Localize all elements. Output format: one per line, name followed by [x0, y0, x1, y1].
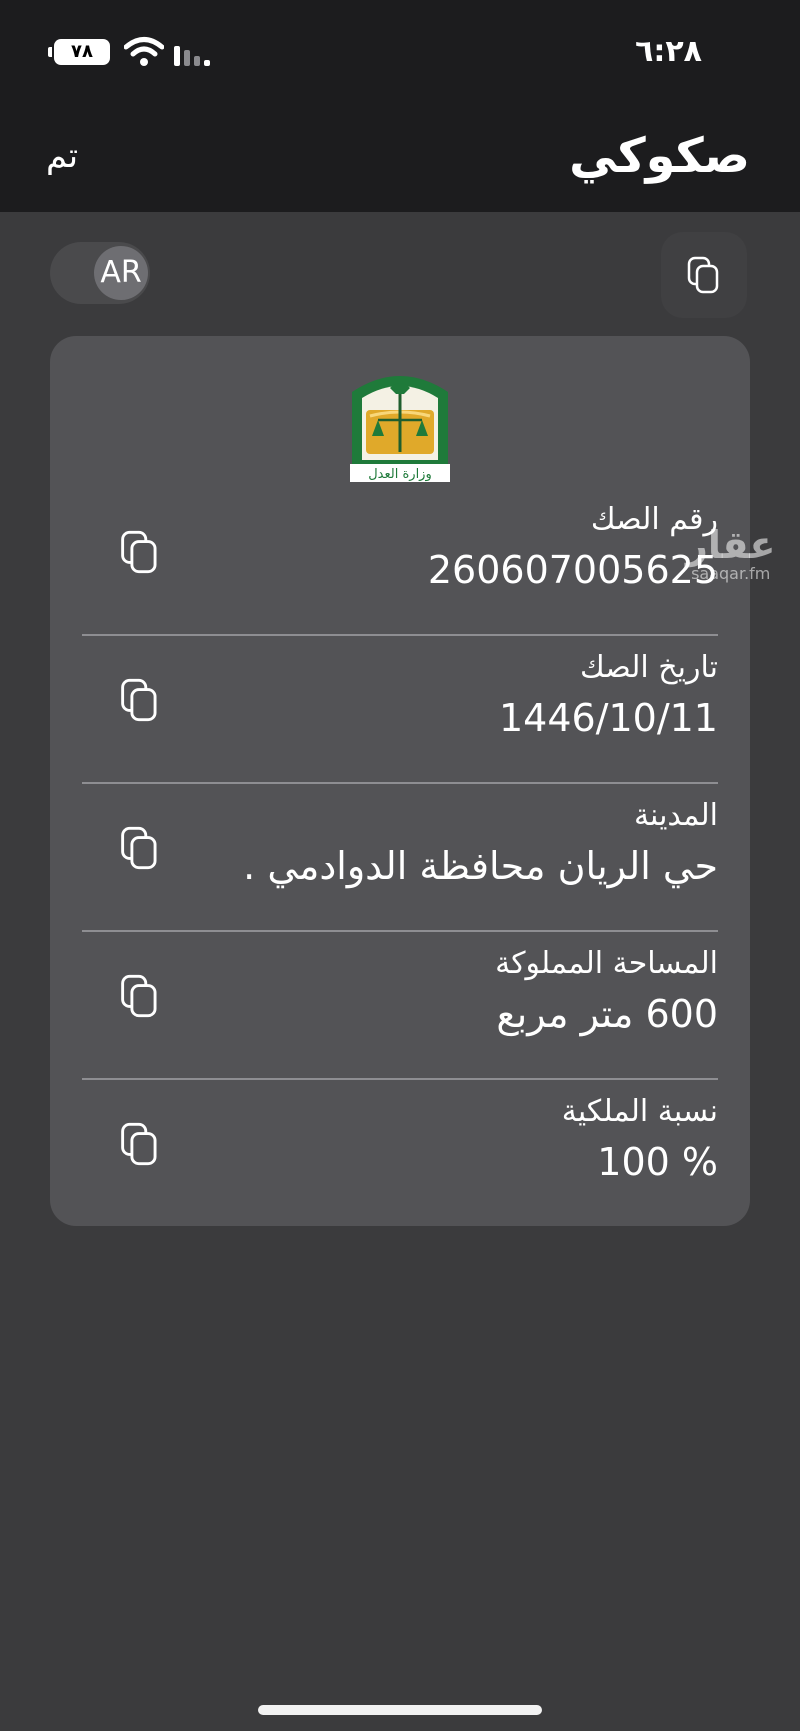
deed-card: وزارة العدل رقم الصك 260607005625 تاريخ … [50, 336, 750, 1226]
ownership-ratio-row: نسبة الملكية % 100 [82, 1080, 718, 1228]
copy-icon[interactable] [120, 1122, 160, 1166]
copy-icon[interactable] [120, 974, 160, 1018]
watermark-brand: عقار [686, 523, 776, 567]
ministry-of-justice-logo: وزارة العدل [350, 376, 450, 482]
language-toggle[interactable]: AR [50, 242, 150, 304]
copy-icon [687, 256, 719, 294]
field-label: المدينة [633, 798, 718, 833]
deed-number-row: رقم الصك 260607005625 [82, 488, 718, 636]
copy-icon[interactable] [120, 826, 160, 870]
copy-icon[interactable] [120, 530, 160, 574]
field-value: حي الريان محافظة الدوادمي . [243, 844, 718, 888]
home-indicator[interactable] [258, 1705, 542, 1715]
emblem-caption: وزارة العدل [368, 467, 432, 482]
field-label: المساحة المملوكة [495, 946, 718, 981]
wifi-icon [124, 37, 164, 66]
watermark-domain: saaqar.fm [691, 564, 771, 583]
copy-all-button[interactable] [661, 232, 747, 318]
field-label: تاريخ الصك [579, 650, 718, 685]
done-button[interactable]: تم [46, 136, 78, 176]
field-label: نسبة الملكية [561, 1094, 718, 1129]
language-toggle-knob: AR [94, 246, 148, 300]
page-title: صكوكي [569, 128, 750, 184]
field-value: 1446/10/11 [498, 696, 718, 740]
top-bar: ٧٨ ٦:٢٨ صكوكي تم [0, 0, 800, 212]
cellular-signal-icon [174, 44, 214, 66]
city-row: المدينة حي الريان محافظة الدوادمي . [82, 784, 718, 932]
watermark: عقار saaqar.fm [686, 526, 775, 582]
status-time: ٦:٢٨ [635, 34, 702, 69]
battery-icon: ٧٨ [48, 39, 110, 65]
copy-icon[interactable] [120, 678, 160, 722]
owned-area-row: المساحة المملوكة 600 متر مربع [82, 932, 718, 1080]
field-value: 260607005625 [427, 548, 718, 592]
field-value: 600 متر مربع [496, 992, 718, 1036]
deed-date-row: تاريخ الصك 1446/10/11 [82, 636, 718, 784]
field-value: % 100 [597, 1140, 718, 1184]
